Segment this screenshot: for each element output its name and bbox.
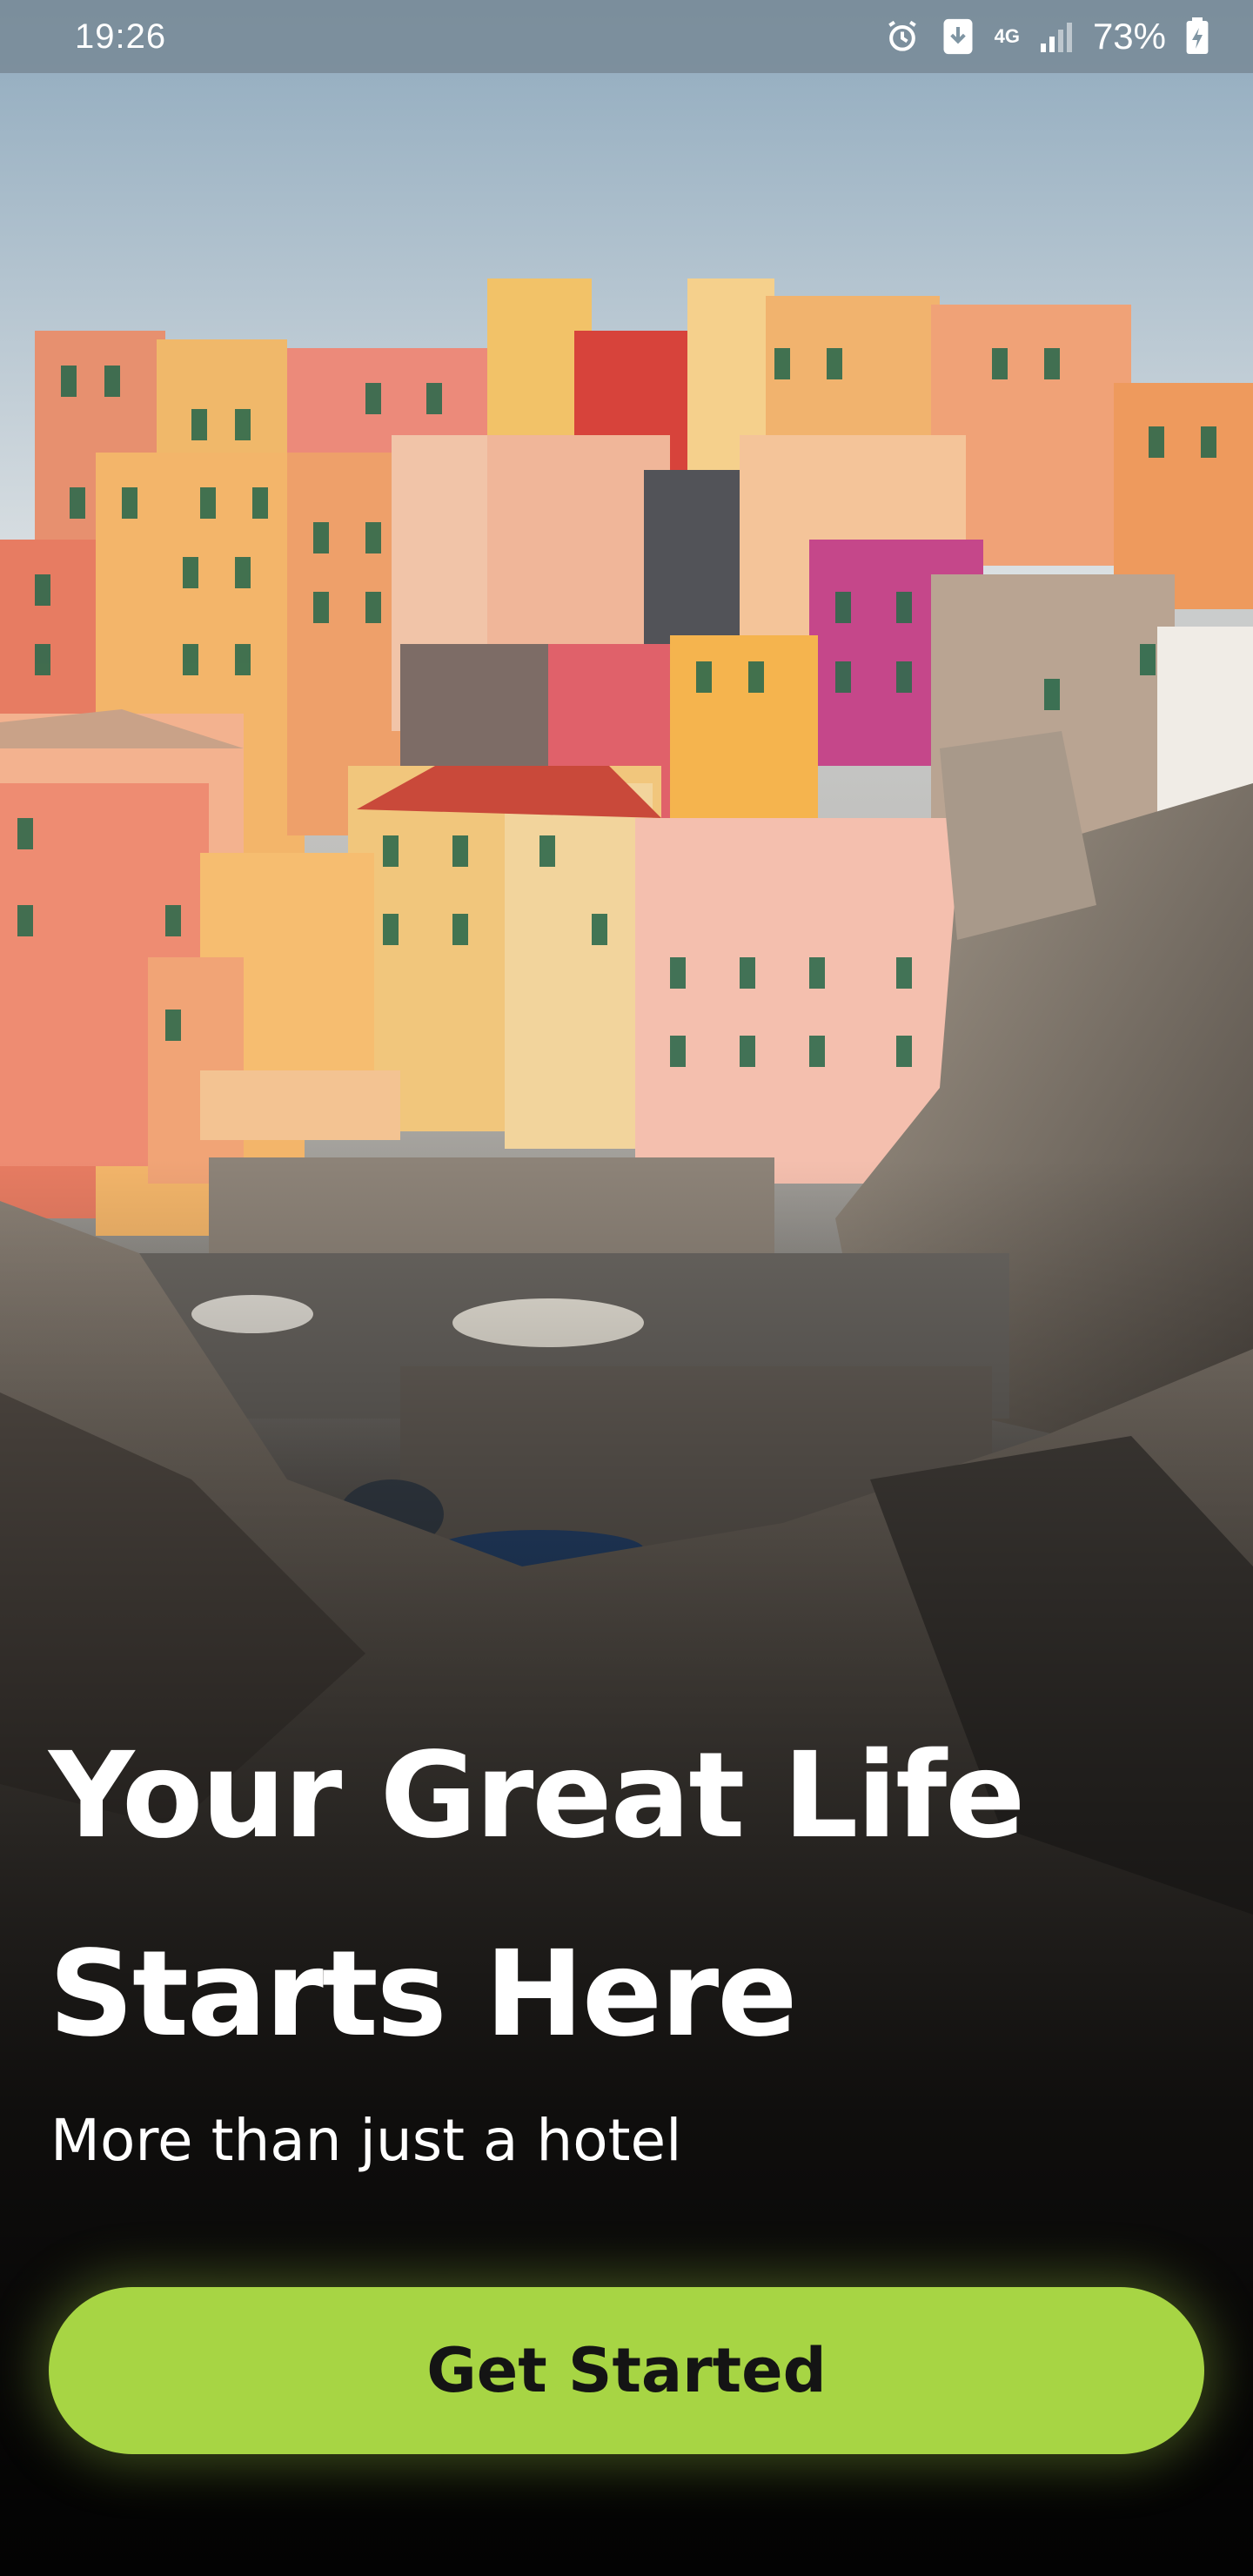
background-photo bbox=[0, 0, 1253, 2576]
gradient-overlay bbox=[0, 0, 1253, 2576]
hero-title-line-2: Starts Here bbox=[49, 1926, 797, 2063]
download-icon bbox=[941, 17, 975, 56]
network-label: 4G bbox=[994, 25, 1020, 47]
hero-subtitle: More than just a hotel bbox=[50, 2107, 682, 2174]
battery-percent: 73% bbox=[1092, 16, 1166, 57]
status-time: 19:26 bbox=[75, 17, 167, 56]
network-type: 4G bbox=[994, 25, 1020, 47]
battery-charging-icon bbox=[1185, 17, 1209, 56]
status-bar: 19:26 4G 73% bbox=[0, 0, 1253, 73]
hero-title: Your Great Life Starts Here bbox=[49, 1697, 1180, 2094]
alarm-icon bbox=[883, 17, 921, 56]
get-started-label: Get Started bbox=[426, 2335, 827, 2406]
status-icons: 4G 73% bbox=[883, 16, 1209, 57]
hero-title-line-1: Your Great Life bbox=[49, 1727, 1025, 1865]
get-started-button[interactable]: Get Started bbox=[49, 2287, 1204, 2454]
signal-icon bbox=[1039, 19, 1074, 54]
